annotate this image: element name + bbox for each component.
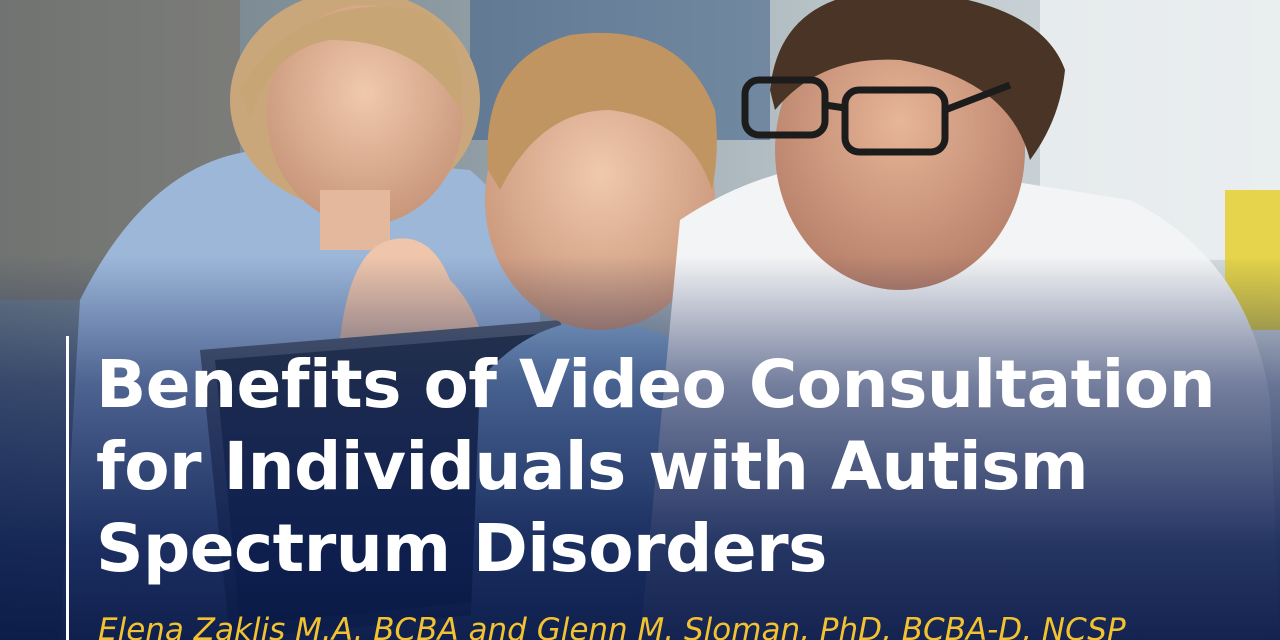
title-line-3: Spectrum Disorders <box>96 510 827 587</box>
accent-rule <box>66 336 69 640</box>
title-line-2: for Individuals with Autism <box>96 428 1089 505</box>
page-title: Benefits of Video Consultation for Indiv… <box>96 344 1246 590</box>
author-byline: Elena Zaklis M.A. BCBA and Glenn M. Slom… <box>98 612 1126 640</box>
title-line-1: Benefits of Video Consultation <box>96 346 1216 423</box>
article-banner: Benefits of Video Consultation for Indiv… <box>0 0 1280 640</box>
